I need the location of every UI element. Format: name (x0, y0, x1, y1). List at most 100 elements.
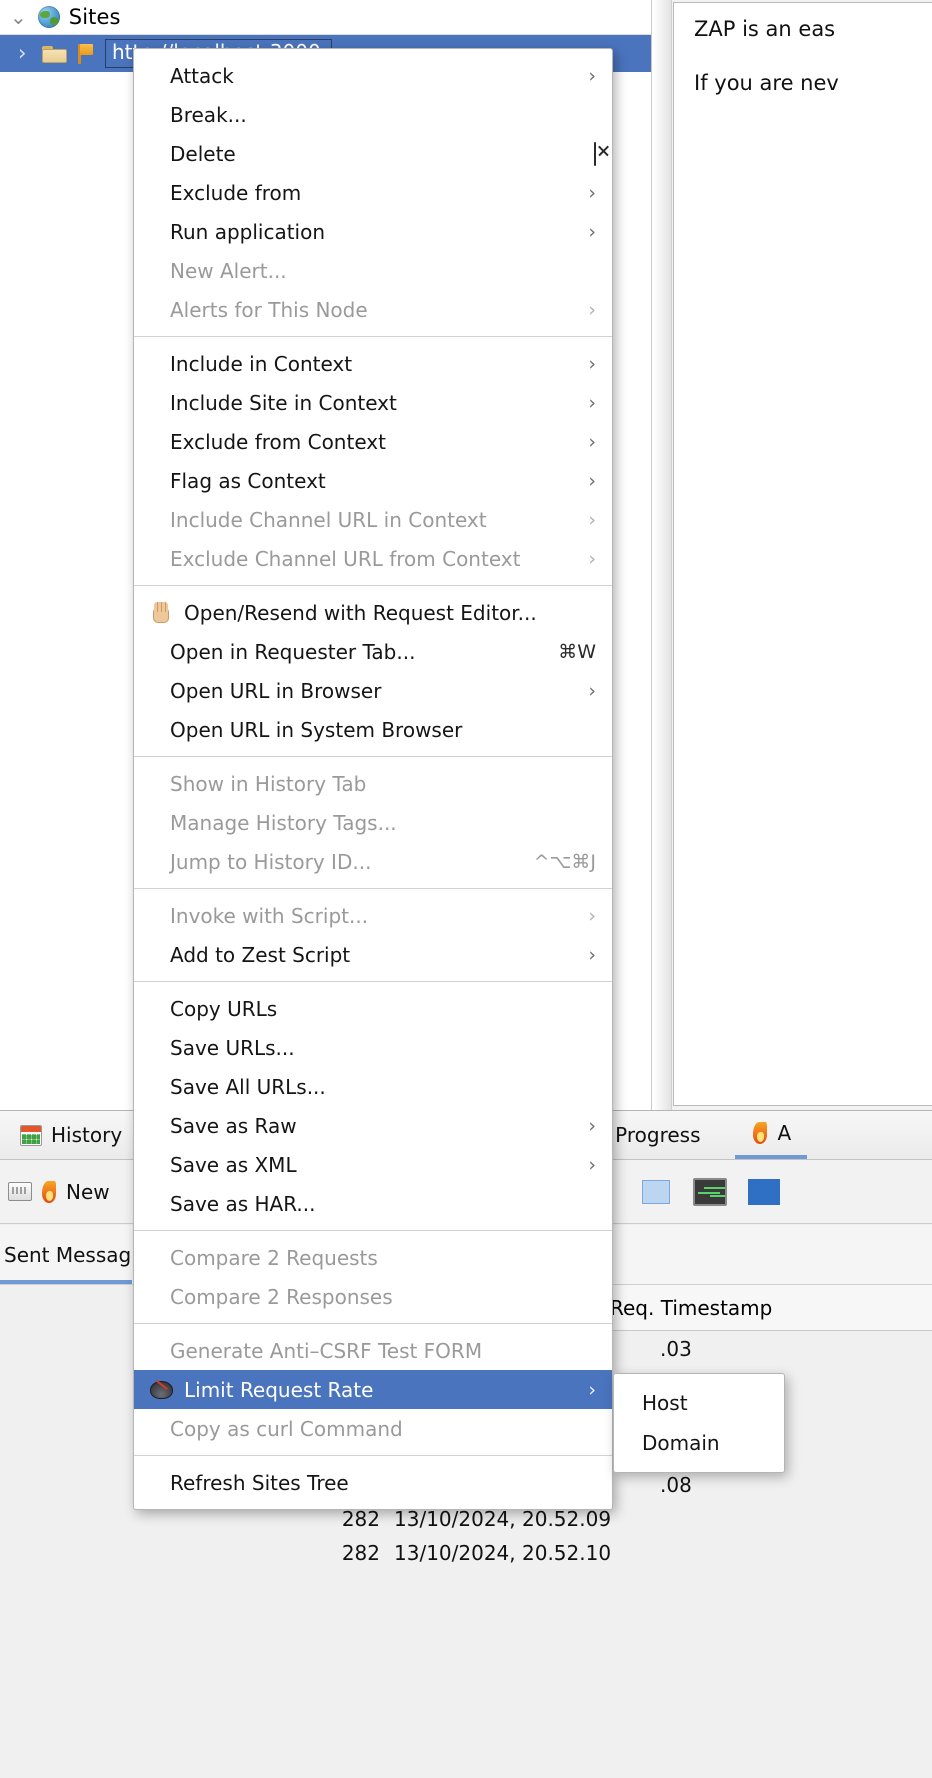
chevron-right-icon: › (588, 547, 596, 570)
menu-item-add-to-zest-script[interactable]: Add to Zest Script › (134, 935, 612, 974)
menu-item-compare-2-responses: Compare 2 Responses (134, 1277, 612, 1316)
menu-item-label: Include Channel URL in Context (170, 507, 487, 532)
row-timestamp: 13/10/2024, 20.52.10 (394, 1541, 612, 1565)
menu-item-show-in-history-tab: Show in History Tab (134, 764, 612, 803)
chevron-right-icon: › (588, 679, 596, 702)
menu-item-label: Generate Anti–CSRF Test FORM (170, 1338, 483, 1363)
menu-item-label: New Alert... (170, 258, 287, 283)
menu-item-open-url-in-browser[interactable]: Open URL in Browser › (134, 671, 612, 710)
folder-icon (42, 44, 67, 63)
table-header: Req. Timestamp (600, 1285, 932, 1331)
menu-item-label: Save as HAR... (170, 1191, 316, 1216)
menu-item-label: Show in History Tab (170, 771, 367, 796)
stop-button[interactable] (636, 1175, 676, 1209)
zap-application-window: ⌄ Sites › http://localhost:3000 ZAP is a… (0, 0, 932, 1778)
menu-item-include-site-in-context[interactable]: Include Site in Context › (134, 383, 612, 422)
menu-item-generate-anti-csrf-test-form: Generate Anti–CSRF Test FORM (134, 1331, 612, 1370)
hand-icon (150, 601, 172, 625)
menu-item-alerts-for-this-node: Alerts for This Node › (134, 290, 612, 329)
menu-item-break[interactable]: Break... (134, 95, 612, 134)
tab-alerts-label: A (777, 1121, 792, 1145)
menu-separator (134, 1455, 612, 1456)
menu-item-save-all-urls[interactable]: Save All URLs... (134, 1067, 612, 1106)
menu-item-label: Open URL in Browser (170, 678, 382, 703)
menu-item-run-application[interactable]: Run application › (134, 212, 612, 251)
menu-item-exclude-channel-url-from-context: Exclude Channel URL from Context › (134, 539, 612, 578)
chevron-right-icon: › (588, 391, 596, 414)
menu-item-save-urls[interactable]: Save URLs... (134, 1028, 612, 1067)
chevron-right-icon: › (588, 181, 596, 204)
menu-item-label: Compare 2 Requests (170, 1245, 378, 1270)
delete-key-icon (572, 141, 596, 166)
menu-item-include-in-context[interactable]: Include in Context › (134, 344, 612, 383)
welcome-panel: ZAP is an eas If you are nev (653, 0, 932, 1120)
chevron-right-icon: › (588, 298, 596, 321)
menu-item-open-resend-with-request-editor[interactable]: Open/Resend with Request Editor... (134, 593, 612, 632)
menu-item-label: Save as XML (170, 1152, 297, 1177)
blue-action-button[interactable] (744, 1175, 784, 1209)
row-timestamp: .08 (660, 1473, 692, 1497)
menu-item-jump-to-history-id: Jump to History ID... ^⌥⌘J (134, 842, 612, 881)
flame-icon (40, 1180, 58, 1204)
sites-panel-header: ⌄ Sites (0, 0, 651, 35)
menu-item-limit-request-rate[interactable]: Limit Request Rate › (134, 1370, 612, 1409)
submenu-item-host[interactable]: Host (614, 1383, 784, 1423)
chart-icon (692, 1177, 727, 1206)
row-timestamp: 13/10/2024, 20.52.09 (394, 1507, 612, 1531)
menu-item-exclude-from[interactable]: Exclude from › (134, 173, 612, 212)
menu-item-open-url-in-system-browser[interactable]: Open URL in System Browser (134, 710, 612, 749)
submenu-item-label: Host (642, 1391, 688, 1415)
menu-item-label: Open/Resend with Request Editor... (184, 600, 537, 625)
chevron-right-icon: › (588, 1378, 596, 1401)
menu-separator (134, 585, 612, 586)
flag-icon (75, 43, 95, 64)
menu-separator (134, 888, 612, 889)
menu-item-label: Save as Raw (170, 1113, 297, 1138)
menu-item-copy-urls[interactable]: Copy URLs (134, 989, 612, 1028)
globe-icon (37, 6, 60, 28)
menu-item-label: Manage History Tags... (170, 810, 397, 835)
subtab-new[interactable]: New (8, 1180, 110, 1204)
menu-item-refresh-sites-tree[interactable]: Refresh Sites Tree (134, 1463, 612, 1502)
menu-item-delete[interactable]: Delete (134, 134, 612, 173)
menu-separator (134, 1230, 612, 1231)
chevron-right-icon: › (588, 430, 596, 453)
menu-item-label: Add to Zest Script (170, 942, 351, 967)
menu-item-new-alert: New Alert... (134, 251, 612, 290)
tab-alerts[interactable]: A (734, 1111, 808, 1159)
menu-item-save-as-raw[interactable]: Save as Raw › (134, 1106, 612, 1145)
chevron-right-icon: › (588, 469, 596, 492)
chevron-right-icon: › (588, 352, 596, 375)
column-header-req-timestamp[interactable]: Req. Timestamp (610, 1296, 772, 1320)
menu-item-label: Invoke with Script... (170, 903, 369, 928)
menu-item-save-as-har[interactable]: Save as HAR... (134, 1184, 612, 1223)
menu-item-exclude-from-context[interactable]: Exclude from Context › (134, 422, 612, 461)
sent-messages-label[interactable]: Sent Messag (2, 1243, 141, 1267)
calendar-icon (20, 1124, 42, 1146)
blue-square-icon (747, 1178, 780, 1205)
menu-item-invoke-with-script: Invoke with Script... › (134, 896, 612, 935)
menu-item-label: Exclude from (170, 180, 302, 205)
limit-request-rate-submenu: Host Domain (613, 1373, 785, 1473)
chevron-right-icon: › (588, 1153, 596, 1176)
panel-scrollbar[interactable] (653, 0, 672, 1120)
chevron-right-icon: › (588, 220, 596, 243)
menu-item-attack[interactable]: Attack › (134, 56, 612, 95)
menu-item-flag-as-context[interactable]: Flag as Context › (134, 461, 612, 500)
menu-item-save-as-xml[interactable]: Save as XML › (134, 1145, 612, 1184)
chevron-right-icon: › (588, 1114, 596, 1137)
menu-item-label: Break... (170, 102, 247, 127)
submenu-item-domain[interactable]: Domain (614, 1423, 784, 1463)
chevron-right-icon[interactable]: › (18, 43, 34, 64)
menu-item-copy-as-curl-command: Copy as curl Command (134, 1409, 612, 1448)
table-row[interactable]: 282 13/10/2024, 20.52.10 (330, 1536, 932, 1570)
menu-item-open-in-requester-tab[interactable]: Open in Requester Tab... ⌘W (134, 632, 612, 671)
menu-item-label: Save All URLs... (170, 1074, 326, 1099)
sites-collapse-twisty[interactable]: ⌄ (10, 7, 27, 27)
menu-item-label: Run application (170, 219, 326, 244)
row-id: 282 (341, 1541, 380, 1565)
row-id: 282 (341, 1507, 380, 1531)
chart-button[interactable] (690, 1175, 730, 1209)
tab-progress-label: Progress (615, 1123, 701, 1147)
tab-history[interactable]: History (4, 1111, 138, 1159)
